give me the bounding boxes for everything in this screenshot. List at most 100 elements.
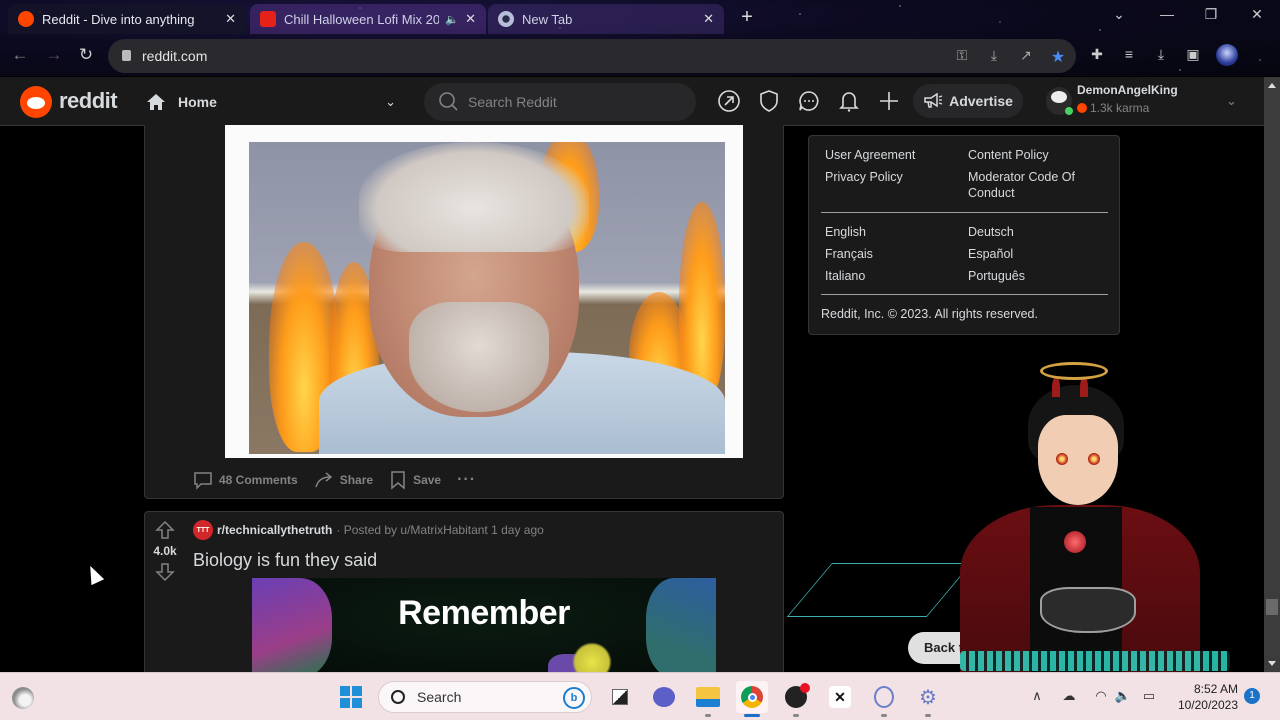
page-scrollbar[interactable] — [1264, 77, 1280, 672]
search-bar[interactable] — [424, 83, 696, 121]
new-tab-button[interactable]: + — [734, 6, 760, 30]
youtube-favicon-icon — [260, 11, 276, 27]
post-card[interactable]: 4.0k TTT r/technicallythetruth · Posted … — [144, 511, 784, 676]
tab-search-button[interactable]: ⌄ — [1104, 6, 1134, 23]
chrome-favicon-icon — [498, 11, 514, 27]
advertise-button[interactable]: Advertise — [913, 84, 1023, 118]
minimize-button[interactable]: — — [1152, 6, 1182, 22]
battery-icon[interactable]: ▭ — [1140, 688, 1158, 706]
post-image[interactable]: Remember — [252, 578, 716, 675]
puzzle-icon[interactable]: ✚ — [1086, 46, 1108, 66]
language-espanol[interactable]: Español — [968, 246, 1108, 262]
post-card[interactable]: 48 Comments Share Save ··· — [144, 125, 784, 499]
start-button[interactable] — [340, 686, 362, 708]
address-bar[interactable]: reddit.com ⚿ ⤓ ↗ ★ — [108, 39, 1076, 73]
search-input[interactable] — [468, 83, 688, 121]
taskbar-search[interactable]: Search b — [378, 681, 592, 713]
download-icon[interactable]: ⤓ — [1150, 46, 1172, 66]
privacy-policy-link[interactable]: Privacy Policy — [825, 169, 965, 185]
comment-icon — [194, 472, 212, 490]
bookmark-star-icon[interactable]: ★ — [1048, 47, 1068, 66]
chat-icon[interactable] — [797, 89, 821, 113]
close-tab-icon[interactable]: ✕ — [465, 11, 476, 27]
search-icon — [439, 92, 458, 111]
notifications-bell-icon[interactable] — [837, 89, 861, 113]
lock-icon[interactable] — [122, 50, 131, 61]
close-tab-icon[interactable]: ✕ — [225, 11, 236, 27]
chrome-taskbar-icon[interactable] — [736, 681, 768, 717]
tab-title: Chill Halloween Lofi Mix 20 — [284, 11, 440, 27]
taskbar-search-label: Search — [417, 689, 462, 705]
clock[interactable]: 8:52 AM 10/20/2023 — [1162, 681, 1238, 713]
divider — [821, 294, 1108, 295]
tab-youtube[interactable]: Chill Halloween Lofi Mix 20 🔈 ✕ — [250, 4, 486, 34]
tab-new-tab[interactable]: New Tab ✕ — [488, 4, 724, 34]
reddit-wordmark[interactable]: reddit — [59, 88, 118, 114]
sidepanel-icon[interactable]: ▣ — [1182, 46, 1204, 66]
share-arrow-icon — [314, 472, 332, 488]
post-image[interactable] — [225, 125, 743, 458]
onedrive-offline-icon[interactable]: ☁ — [1060, 688, 1078, 706]
reddit-logo-icon[interactable] — [20, 86, 52, 118]
widgets-icon[interactable] — [12, 687, 34, 709]
bing-icon[interactable]: b — [563, 687, 585, 709]
create-post-plus-icon[interactable] — [877, 89, 901, 113]
volume-icon[interactable]: 🔈 — [1114, 688, 1132, 706]
moderation-shield-icon[interactable] — [757, 89, 781, 113]
time: 8:52 AM — [1193, 682, 1238, 696]
subreddit-link[interactable]: r/technicallythetruth — [217, 523, 332, 537]
share-button[interactable]: Share — [314, 470, 373, 490]
show-hidden-icons-chevron-icon[interactable]: ∧ — [1028, 688, 1046, 706]
wifi-icon[interactable]: ◠ — [1092, 688, 1110, 706]
more-options-button[interactable]: ··· — [457, 471, 476, 489]
post-title[interactable]: Biology is fun they said — [193, 550, 377, 571]
user-agreement-link[interactable]: User Agreement — [825, 147, 965, 163]
subreddit-icon[interactable]: TTT — [193, 520, 213, 540]
media-icon[interactable]: ≡ — [1118, 46, 1140, 66]
home-icon — [147, 94, 165, 110]
close-window-button[interactable]: ✕ — [1242, 6, 1272, 23]
settings-app-icon[interactable]: ⚙ — [912, 681, 944, 717]
save-button[interactable]: Save — [389, 470, 441, 490]
profile-avatar-icon[interactable] — [1216, 44, 1238, 66]
teams-meet-icon[interactable] — [648, 681, 680, 713]
share-icon[interactable]: ↗ — [1016, 47, 1036, 65]
language-english[interactable]: English — [825, 224, 965, 240]
forward-button[interactable]: → — [42, 44, 66, 68]
comments-button[interactable]: 48 Comments — [193, 470, 298, 490]
meme-photo — [249, 142, 725, 454]
language-italiano[interactable]: Italiano — [825, 268, 965, 284]
tab-reddit[interactable]: Reddit - Dive into anything ✕ — [8, 4, 246, 34]
megaphone-icon — [924, 93, 943, 108]
moderator-code-link[interactable]: Moderator Code Of Conduct — [968, 169, 1108, 201]
posted-by[interactable]: · Posted by u/MatrixHabitant 1 day ago — [336, 523, 543, 537]
reload-button[interactable]: ↻ — [74, 44, 98, 68]
back-button[interactable]: ← — [8, 44, 32, 68]
capcut-icon[interactable]: ✕ — [824, 681, 856, 713]
user-menu[interactable]: DemonAngelKing 1.3k karma ⌄ — [1046, 81, 1246, 121]
language-francais[interactable]: Français — [825, 246, 965, 262]
key-icon[interactable]: ⚿ — [952, 47, 972, 65]
install-icon[interactable]: ⤓ — [984, 47, 1004, 65]
scrollbar-thumb[interactable] — [1266, 599, 1278, 615]
popular-icon[interactable] — [717, 89, 741, 113]
upvote-arrow-icon[interactable] — [155, 520, 175, 540]
language-deutsch[interactable]: Deutsch — [968, 224, 1108, 240]
task-view-icon[interactable] — [604, 681, 636, 713]
url-text[interactable]: reddit.com — [142, 48, 207, 64]
scroll-down-arrow-icon[interactable] — [1268, 661, 1276, 666]
language-portugues[interactable]: Português — [968, 268, 1108, 284]
obs-icon[interactable] — [780, 681, 812, 717]
audio-playing-icon[interactable]: 🔈 — [445, 13, 459, 26]
close-tab-icon[interactable]: ✕ — [703, 11, 714, 27]
scroll-up-arrow-icon[interactable] — [1268, 83, 1276, 88]
vtuber-app-icon[interactable] — [868, 681, 900, 717]
file-explorer-icon[interactable] — [692, 681, 724, 717]
chevron-down-icon: ⌄ — [1226, 93, 1237, 108]
content-policy-link[interactable]: Content Policy — [968, 147, 1108, 163]
notification-badge[interactable]: 1 — [1244, 688, 1260, 704]
downvote-arrow-icon[interactable] — [155, 562, 175, 582]
feed-selector[interactable]: Home ⌄ — [146, 86, 406, 118]
image-caption: Remember — [398, 594, 570, 632]
restore-button[interactable]: ❐ — [1196, 6, 1226, 23]
